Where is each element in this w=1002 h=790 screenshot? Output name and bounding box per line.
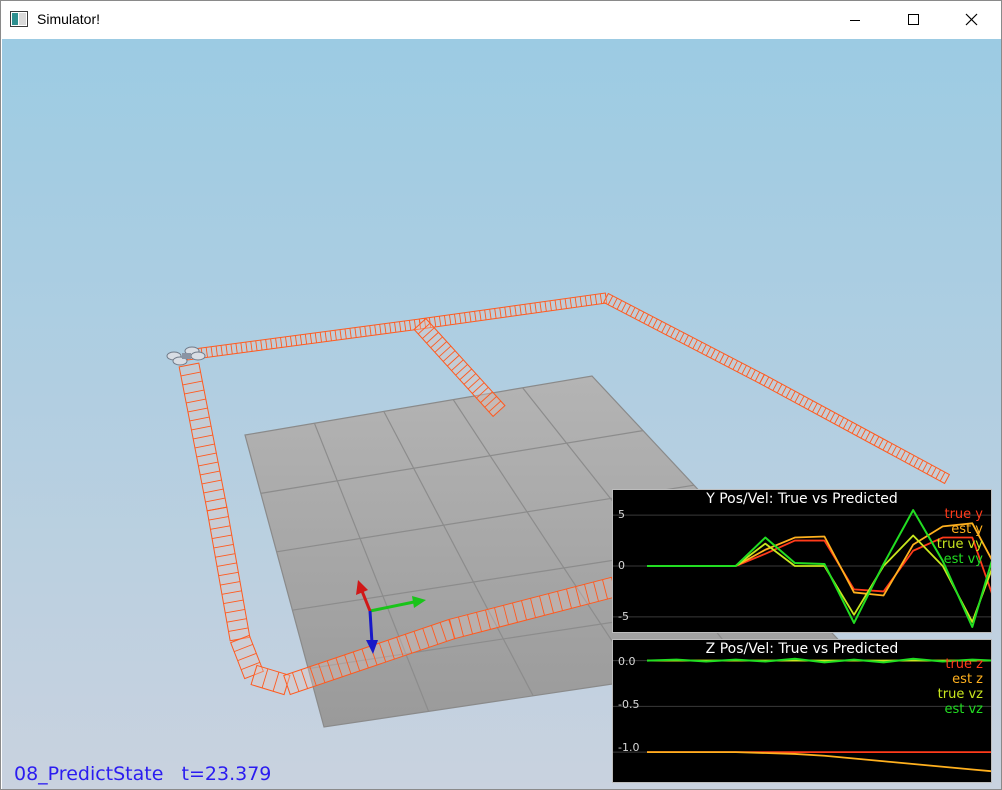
y-plot-canvas — [613, 509, 991, 628]
legend-est-z: est z — [952, 672, 983, 687]
legend-true-y: true y — [944, 507, 983, 522]
legend-true-vy: true vy — [936, 537, 983, 552]
y-position-plot: Y Pos/Vel: True vs Predicted true y est … — [612, 489, 992, 633]
legend-est-vy: est vy — [943, 552, 983, 567]
y-plot-legend: true y est y true vy est vy — [937, 507, 983, 567]
close-button[interactable] — [942, 1, 1000, 39]
grid-lines — [613, 660, 991, 753]
minimize-icon — [850, 20, 860, 21]
y-tick-0: 0 — [618, 559, 625, 572]
z-position-plot: Z Pos/Vel: True vs Predicted true z est … — [612, 639, 992, 783]
z-plot-title: Z Pos/Vel: True vs Predicted — [705, 641, 899, 657]
simulator-window: Simulator! 08_PredictState t=23.379 Y Po… — [0, 0, 1002, 790]
window-title: Simulator! — [37, 11, 101, 27]
maximize-icon — [908, 14, 919, 25]
app-window-icon — [10, 11, 28, 27]
y-tick-neg5: -5 — [618, 610, 629, 623]
z-tick-neg05: -0.5 — [618, 698, 640, 711]
legend-est-vz: est vz — [944, 702, 983, 717]
z-plot-canvas — [613, 657, 991, 773]
z-tick-neg1: -1.0 — [618, 741, 640, 754]
simulation-viewport[interactable]: 08_PredictState t=23.379 Y Pos/Vel: True… — [2, 39, 1001, 789]
z-plot-legend: true z est z true vz est vz — [938, 657, 983, 717]
maximize-button[interactable] — [884, 1, 942, 39]
legend-true-z: true z — [945, 657, 983, 672]
title-bar[interactable]: Simulator! — [1, 1, 1001, 39]
y-tick-5: 5 — [618, 508, 625, 521]
y-plot-title: Y Pos/Vel: True vs Predicted — [706, 491, 898, 507]
minimize-button[interactable] — [826, 1, 884, 39]
legend-true-vz: true vz — [937, 687, 983, 702]
scenario-name: 08_PredictState — [14, 763, 164, 785]
sim-time: t=23.379 — [181, 763, 272, 785]
z-tick-0: 0.0 — [618, 655, 636, 668]
series-line-est-z — [647, 751, 991, 773]
legend-est-y: est y — [951, 522, 983, 537]
close-icon — [965, 13, 978, 26]
scenario-status: 08_PredictState t=23.379 — [14, 763, 271, 785]
